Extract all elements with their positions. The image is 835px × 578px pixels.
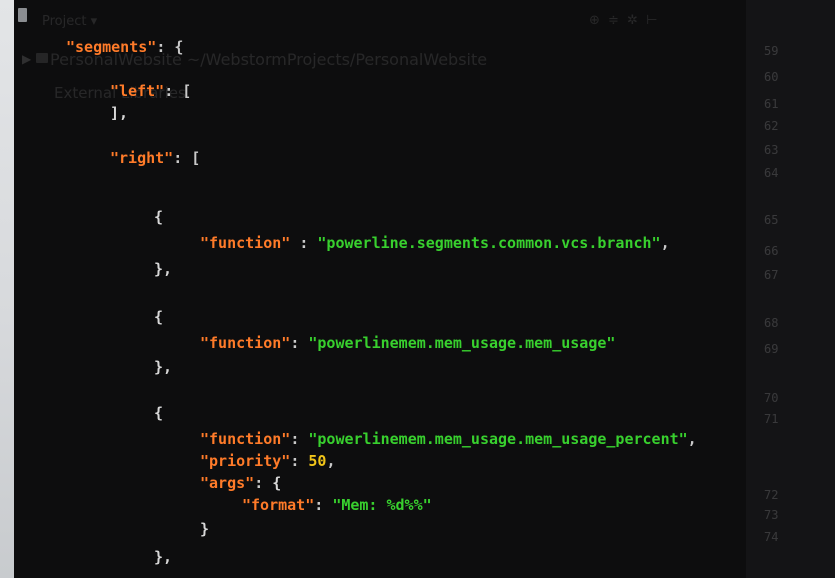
- json-key: "function": [200, 430, 291, 448]
- expand-arrow-icon[interactable]: ▶: [22, 52, 31, 66]
- json-number-value: 50: [308, 452, 327, 470]
- json-key: "left": [110, 82, 165, 100]
- line-number: 74: [764, 530, 779, 544]
- code-line-brace[interactable]: {: [154, 308, 163, 326]
- code-line-args[interactable]: "args": {: [200, 474, 281, 492]
- line-number: 72: [764, 488, 779, 502]
- line-number: 60: [764, 70, 779, 84]
- line-number: 64: [764, 166, 779, 180]
- json-string-value: "powerlinemem.mem_usage.mem_usage_percen…: [308, 430, 688, 448]
- line-number: 71: [764, 412, 779, 426]
- line-number: 62: [764, 119, 779, 133]
- json-key: "segments": [66, 38, 157, 56]
- line-number-gutter: [746, 0, 835, 578]
- json-key: "args": [200, 474, 255, 492]
- code-line-brace[interactable]: {: [154, 404, 163, 422]
- folder-icon: [36, 53, 48, 63]
- line-number: 68: [764, 316, 779, 330]
- line-number: 70: [764, 391, 779, 405]
- code-line-segments[interactable]: "segments": {: [66, 38, 183, 56]
- line-number: 65: [764, 213, 779, 227]
- code-line-priority[interactable]: "priority": 50,: [200, 452, 335, 470]
- json-key: "function": [200, 334, 291, 352]
- code-line-left-close[interactable]: ],: [110, 104, 128, 122]
- code-line-format[interactable]: "format": "Mem: %d%%": [242, 496, 432, 514]
- editor-window: Project ▾ ⊕ ≑ ✲ ⊢ ▶ PersonalWebsite ~/We…: [14, 0, 835, 578]
- line-number: 69: [764, 342, 779, 356]
- project-tool-tab[interactable]: [18, 8, 27, 22]
- line-number: 61: [764, 97, 779, 111]
- json-key: "priority": [200, 452, 291, 470]
- json-string-value: "powerline.segments.common.vcs.branch": [317, 234, 661, 252]
- json-key: "right": [110, 149, 174, 167]
- code-line-brace-close[interactable]: },: [154, 548, 172, 566]
- json-key: "function": [200, 234, 291, 252]
- line-number: 66: [764, 244, 779, 258]
- project-view-dropdown[interactable]: Project ▾: [42, 14, 97, 29]
- line-number: 67: [764, 268, 779, 282]
- json-key: "format": [242, 496, 315, 514]
- code-line-function-3[interactable]: "function": "powerlinemem.mem_usage.mem_…: [200, 430, 697, 448]
- code-line-brace-close[interactable]: },: [154, 358, 172, 376]
- code-line-brace-close[interactable]: },: [154, 260, 172, 278]
- line-number: 73: [764, 508, 779, 522]
- code-line-args-close[interactable]: }: [200, 520, 209, 538]
- json-string-value: "Mem: %d%%": [332, 496, 432, 514]
- code-line-right[interactable]: "right": [: [110, 149, 200, 167]
- line-number: 63: [764, 143, 779, 157]
- code-line-function-1[interactable]: "function" : "powerline.segments.common.…: [200, 234, 670, 252]
- json-string-value: "powerlinemem.mem_usage.mem_usage": [308, 334, 616, 352]
- code-line-function-2[interactable]: "function": "powerlinemem.mem_usage.mem_…: [200, 334, 615, 352]
- code-line-left[interactable]: "left": [: [110, 82, 191, 100]
- project-toolbar-icons[interactable]: ⊕ ≑ ✲ ⊢: [589, 13, 659, 28]
- code-line-brace[interactable]: {: [154, 208, 163, 226]
- line-number: 59: [764, 44, 779, 58]
